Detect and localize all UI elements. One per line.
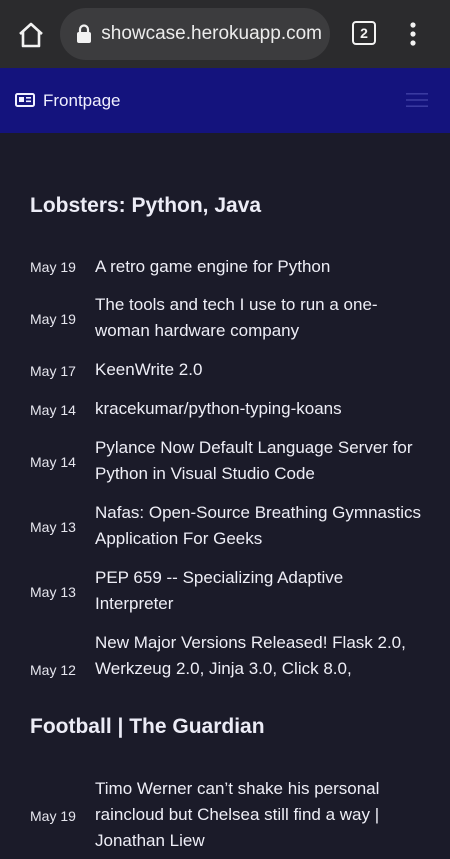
address-bar[interactable]: showcase.herokuapp.com xyxy=(60,8,330,60)
item-date: May 19 xyxy=(30,259,76,275)
newspaper-icon xyxy=(15,93,35,107)
item-date: May 17 xyxy=(30,363,76,379)
item-link[interactable]: Timo Werner can’t shake his personal rai… xyxy=(95,776,425,854)
item-date: May 12 xyxy=(30,662,76,678)
browser-toolbar: showcase.herokuapp.com 2 xyxy=(0,0,450,68)
item-link[interactable]: Nafas: Open-Source Breathing Gymnastics … xyxy=(95,500,425,552)
lock-icon xyxy=(77,24,91,43)
item-link[interactable]: PEP 659 -- Specializing Adaptive Interpr… xyxy=(95,565,425,617)
item-link[interactable]: A retro game engine for Python xyxy=(95,254,425,280)
item-link[interactable]: Pylance Now Default Language Server for … xyxy=(95,435,425,487)
section-title: Lobsters: Python, Java xyxy=(30,194,262,217)
section-title: Football | The Guardian xyxy=(30,715,265,738)
url-text: showcase.herokuapp.com xyxy=(102,23,322,44)
menu-toggle-icon[interactable] xyxy=(406,92,428,108)
item-link[interactable]: The tools and tech I use to run a one-wo… xyxy=(95,292,425,344)
more-options-icon[interactable] xyxy=(406,21,420,47)
item-date: May 19 xyxy=(30,808,76,824)
item-link[interactable]: kracekumar/python-typing-koans xyxy=(95,396,425,422)
home-icon[interactable] xyxy=(17,21,45,49)
item-date: May 13 xyxy=(30,584,76,600)
item-date: May 13 xyxy=(30,519,76,535)
item-link[interactable]: KeenWrite 2.0 xyxy=(95,357,425,383)
item-date: May 14 xyxy=(30,454,76,470)
item-date: May 14 xyxy=(30,402,76,418)
item-link[interactable]: New Major Versions Released! Flask 2.0, … xyxy=(95,630,425,682)
brand-link[interactable]: Frontpage xyxy=(43,90,121,112)
tab-switcher-button[interactable]: 2 xyxy=(352,21,376,45)
item-date: May 19 xyxy=(30,311,76,327)
